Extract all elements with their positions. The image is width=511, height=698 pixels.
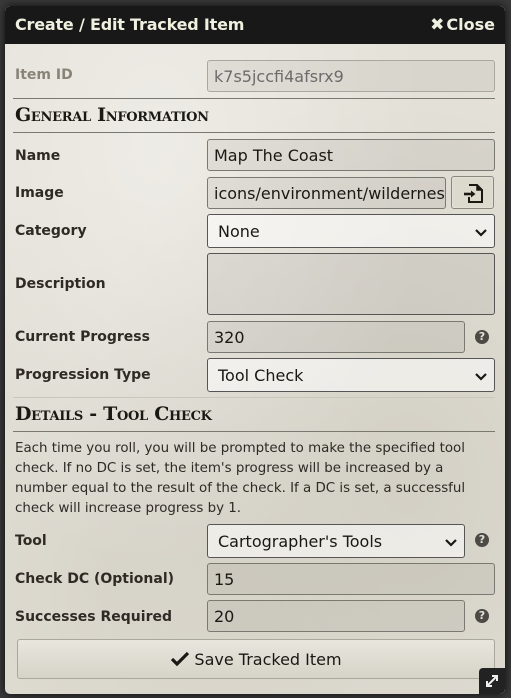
description-label: Description [15, 276, 106, 292]
general-information-header: General Information [15, 104, 209, 126]
window-titlebar[interactable]: Create / Edit Tracked Item ✖ Close [5, 6, 505, 44]
save-label: Save Tracked Item [194, 650, 342, 669]
close-button[interactable]: ✖ Close [430, 15, 495, 35]
category-label: Category [15, 223, 87, 239]
name-input[interactable]: Map The Coast [207, 139, 495, 171]
progression-type-select[interactable]: Tool Check [207, 358, 495, 392]
item-id-label: Item ID [15, 67, 73, 83]
divider [13, 132, 495, 133]
description-textarea[interactable] [207, 253, 495, 315]
current-progress-input[interactable]: 320 [207, 321, 465, 353]
tool-label: Tool [15, 533, 47, 549]
category-select[interactable]: None [207, 214, 495, 248]
progression-type-label: Progression Type [15, 367, 151, 383]
details-header: Details - Tool Check [15, 403, 212, 425]
image-label: Image [15, 185, 64, 201]
chevron-down-icon [475, 373, 487, 381]
tool-check-description: Each time you roll, you will be prompted… [15, 441, 466, 516]
question-circle-icon[interactable]: ? [475, 609, 489, 623]
tool-select[interactable]: Cartographer's Tools [207, 524, 465, 558]
file-picker-button[interactable] [451, 176, 494, 209]
chevron-down-icon [445, 539, 457, 547]
file-import-icon [464, 184, 483, 203]
resize-handle[interactable] [479, 668, 505, 694]
save-button[interactable]: Save Tracked Item [17, 639, 495, 679]
close-x-icon: ✖ [430, 15, 445, 35]
progression-type-value: Tool Check [218, 366, 304, 385]
divider [13, 98, 495, 99]
window-title: Create / Edit Tracked Item [15, 15, 245, 34]
question-circle-icon[interactable]: ? [475, 330, 489, 344]
image-path-input[interactable]: icons/environment/wilderness [207, 177, 446, 209]
divider [13, 397, 495, 398]
question-circle-icon[interactable]: ? [475, 533, 489, 547]
current-progress-label: Current Progress [15, 329, 150, 345]
dialog-window: Create / Edit Tracked Item ✖ Close Item I… [5, 6, 505, 694]
check-dc-label: Check DC (Optional) [15, 571, 175, 587]
tool-value: Cartographer's Tools [218, 532, 383, 551]
chevron-down-icon [475, 229, 487, 237]
name-label: Name [15, 148, 61, 164]
check-dc-input[interactable]: 15 [207, 563, 495, 595]
divider [13, 431, 495, 432]
successes-required-input[interactable]: 20 [207, 600, 465, 632]
category-value: None [218, 222, 260, 241]
resize-icon [486, 675, 498, 687]
check-icon [171, 651, 190, 667]
successes-required-label: Successes Required [15, 609, 172, 625]
item-id-field: k7s5jccfi4afsrx9 [207, 60, 495, 92]
close-label: Close [446, 15, 495, 34]
